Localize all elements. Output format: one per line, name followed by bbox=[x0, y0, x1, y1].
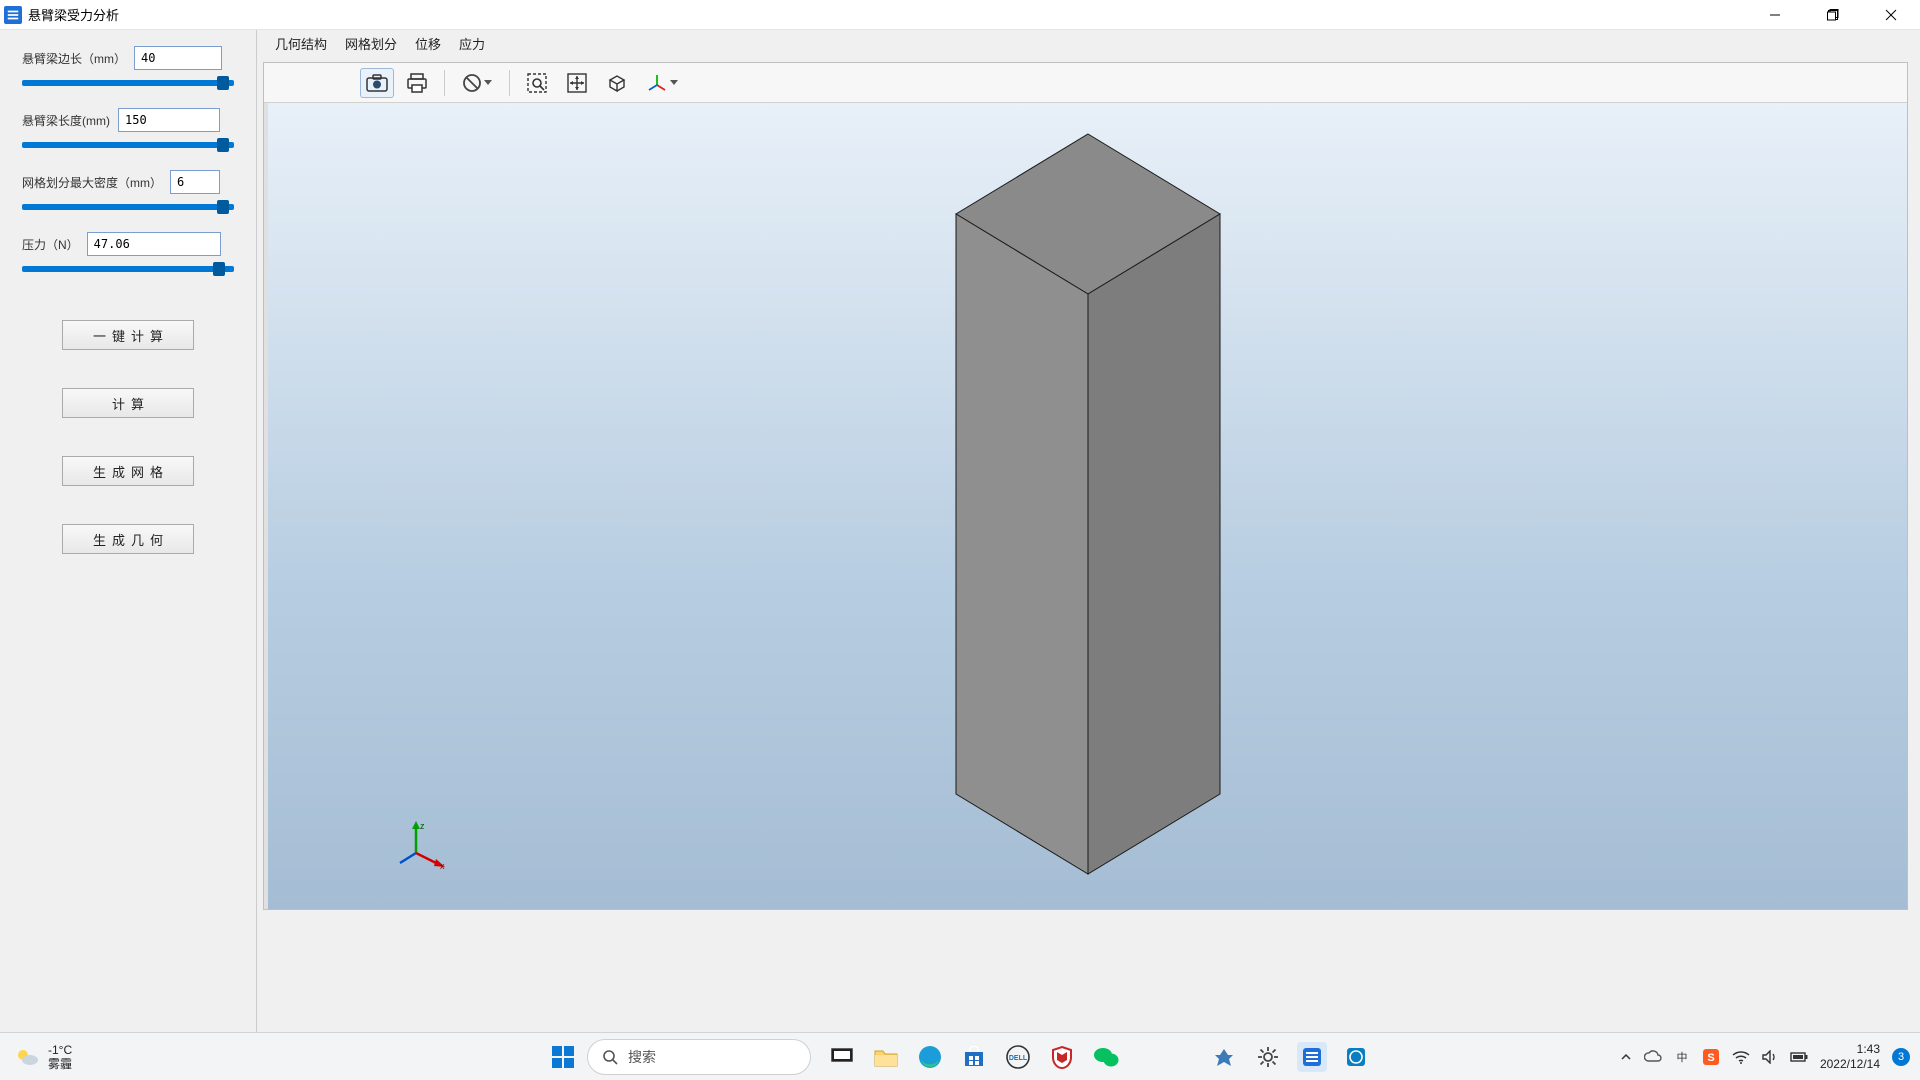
one-click-calc-button[interactable]: 一键计算 bbox=[62, 320, 194, 350]
zoom-area-icon[interactable] bbox=[520, 68, 554, 98]
beam-length-input[interactable] bbox=[118, 108, 220, 132]
clock-time: 1:43 bbox=[1820, 1042, 1880, 1057]
close-button[interactable] bbox=[1862, 0, 1920, 30]
tray-chevron-up-icon[interactable] bbox=[1620, 1051, 1632, 1063]
app-body: 悬臂梁边长（mm） 悬臂梁长度(mm) 网格划分最大密度（mm） 压力（N） 一… bbox=[0, 30, 1920, 1032]
tab-stress[interactable]: 应力 bbox=[459, 34, 485, 53]
svg-text:中: 中 bbox=[1676, 1051, 1687, 1064]
param-pressure: 压力（N） bbox=[22, 232, 234, 256]
mesh-density-input[interactable] bbox=[170, 170, 220, 194]
param-label: 悬臂梁边长（mm） bbox=[22, 50, 126, 67]
wireframe-icon[interactable] bbox=[600, 68, 634, 98]
no-entry-icon[interactable] bbox=[455, 68, 499, 98]
svg-text:S: S bbox=[1707, 1052, 1714, 1064]
title-bar: 悬臂梁受力分析 bbox=[0, 0, 1920, 30]
pressure-input[interactable] bbox=[87, 232, 221, 256]
weather-icon bbox=[14, 1044, 40, 1070]
clock-date: 2022/12/14 bbox=[1820, 1057, 1880, 1072]
tab-displacement[interactable]: 位移 bbox=[415, 34, 441, 53]
start-button[interactable] bbox=[549, 1043, 577, 1071]
window-title: 悬臂梁受力分析 bbox=[28, 5, 119, 24]
gen-geometry-button[interactable]: 生成几何 bbox=[62, 524, 194, 554]
taskbar-center: 搜索 DELL bbox=[549, 1039, 1371, 1075]
svg-text:z: z bbox=[420, 821, 425, 831]
chevron-down-icon bbox=[670, 80, 678, 85]
chevron-down-icon bbox=[484, 80, 492, 85]
svg-text:x: x bbox=[440, 861, 445, 869]
task-view-icon[interactable] bbox=[827, 1042, 857, 1072]
param-label: 悬臂梁长度(mm) bbox=[22, 112, 110, 129]
minimize-button[interactable] bbox=[1746, 0, 1804, 30]
store-icon[interactable] bbox=[959, 1042, 989, 1072]
mesh-density-slider[interactable] bbox=[22, 204, 234, 210]
edge-length-slider[interactable] bbox=[22, 80, 234, 86]
taskbar: -1°C 雾霾 搜索 DELL 中 bbox=[0, 1032, 1920, 1080]
gen-mesh-button[interactable]: 生成网格 bbox=[62, 456, 194, 486]
viewport-3d[interactable]: z x bbox=[264, 103, 1907, 909]
param-beam-length: 悬臂梁长度(mm) bbox=[22, 108, 234, 132]
weather-widget[interactable]: -1°C 雾霾 bbox=[14, 1043, 72, 1071]
system-tray: 中 S 1:43 2022/12/14 3 bbox=[1620, 1042, 1910, 1072]
sidebar: 悬臂梁边长（mm） 悬臂梁长度(mm) 网格划分最大密度（mm） 压力（N） 一… bbox=[0, 30, 256, 1032]
maximize-button[interactable] bbox=[1804, 0, 1862, 30]
search-icon bbox=[602, 1049, 618, 1065]
param-label: 网格划分最大密度（mm） bbox=[22, 174, 162, 191]
battery-icon[interactable] bbox=[1790, 1050, 1808, 1064]
current-app-icon[interactable] bbox=[1297, 1042, 1327, 1072]
right-pane: 几何结构 网格划分 位移 应力 bbox=[256, 30, 1920, 1032]
weather-temp: -1°C bbox=[48, 1043, 72, 1057]
calc-button[interactable]: 计算 bbox=[62, 388, 194, 418]
onedrive-icon[interactable] bbox=[1644, 1050, 1662, 1064]
svg-text:DELL: DELL bbox=[1009, 1055, 1028, 1062]
wechat-icon[interactable] bbox=[1091, 1042, 1121, 1072]
edge-icon[interactable] bbox=[915, 1042, 945, 1072]
search-placeholder: 搜索 bbox=[628, 1047, 656, 1067]
volume-icon[interactable] bbox=[1762, 1050, 1778, 1064]
explorer-icon[interactable] bbox=[871, 1042, 901, 1072]
axes-icon[interactable] bbox=[640, 68, 684, 98]
edge-length-input[interactable] bbox=[134, 46, 222, 70]
beam-geometry bbox=[948, 126, 1228, 886]
viewport-panel: z x bbox=[263, 62, 1908, 910]
app1-icon[interactable] bbox=[1209, 1042, 1239, 1072]
app-icon bbox=[4, 6, 22, 24]
sogou-icon[interactable]: S bbox=[1702, 1048, 1720, 1066]
orientation-triad: z x bbox=[398, 819, 448, 869]
notification-badge[interactable]: 3 bbox=[1892, 1048, 1910, 1066]
settings-app-icon[interactable] bbox=[1253, 1042, 1283, 1072]
param-edge-length: 悬臂梁边长（mm） bbox=[22, 46, 234, 70]
viewport-toolbar bbox=[264, 63, 1907, 103]
taskbar-clock[interactable]: 1:43 2022/12/14 bbox=[1820, 1042, 1880, 1072]
tab-geometry[interactable]: 几何结构 bbox=[275, 34, 327, 53]
param-mesh-density: 网格划分最大密度（mm） bbox=[22, 170, 234, 194]
ime-icon[interactable]: 中 bbox=[1674, 1049, 1690, 1065]
screenshot-icon[interactable] bbox=[360, 68, 394, 98]
beam-length-slider[interactable] bbox=[22, 142, 234, 148]
view-tabs: 几何结构 网格划分 位移 应力 bbox=[257, 30, 1920, 56]
fit-view-icon[interactable] bbox=[560, 68, 594, 98]
tab-mesh[interactable]: 网格划分 bbox=[345, 34, 397, 53]
wifi-icon[interactable] bbox=[1732, 1050, 1750, 1064]
dell-icon[interactable]: DELL bbox=[1003, 1042, 1033, 1072]
param-label: 压力（N） bbox=[22, 236, 79, 253]
print-icon[interactable] bbox=[400, 68, 434, 98]
weather-desc: 雾霾 bbox=[48, 1057, 72, 1071]
taskbar-search[interactable]: 搜索 bbox=[587, 1039, 811, 1075]
pressure-slider[interactable] bbox=[22, 266, 234, 272]
app3-icon[interactable] bbox=[1341, 1042, 1371, 1072]
mcafee-icon[interactable] bbox=[1047, 1042, 1077, 1072]
